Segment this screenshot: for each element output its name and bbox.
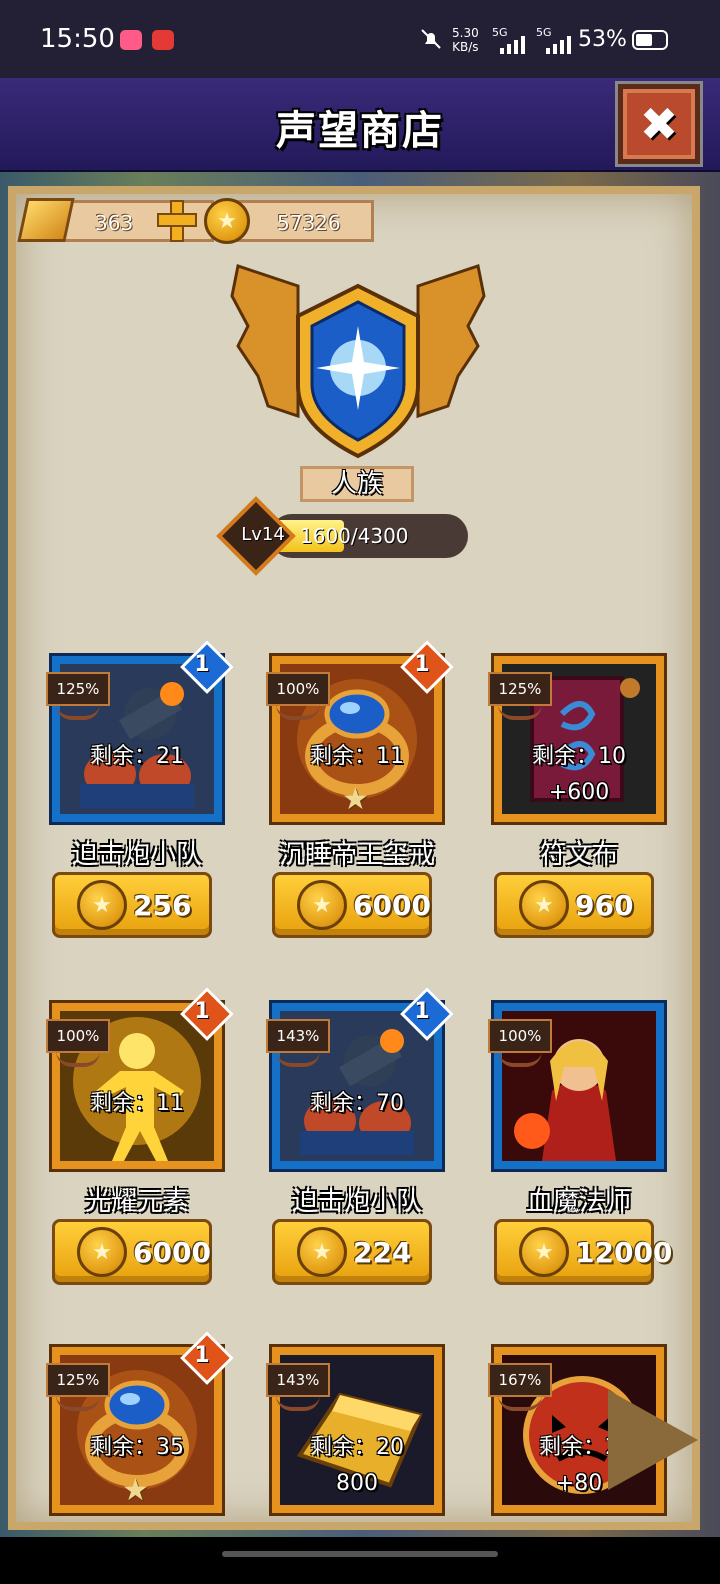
rarity-badge-number: 1 xyxy=(194,999,210,1024)
discount-percent-tag: 125% xyxy=(46,1363,110,1397)
signal-icon xyxy=(500,36,525,54)
home-indicator[interactable] xyxy=(222,1551,498,1557)
price-label: 6000 xyxy=(133,1236,211,1269)
app-notification-icon xyxy=(152,30,174,50)
clock: 15:50 xyxy=(40,24,115,54)
remaining-count: 剩余：10 xyxy=(532,744,626,769)
star-coin-icon: ★ xyxy=(77,1227,127,1277)
header-bar: 声望商店 xyxy=(0,78,720,174)
coin-amount: 57326 xyxy=(277,211,341,235)
status-bar: 15:50 5.30 KB/s 5G 5G 53% xyxy=(0,0,720,78)
remaining-count: 剩余：35 xyxy=(90,1435,184,1460)
item-quantity: 800 xyxy=(336,1471,378,1496)
discount-percent-tag: 125% xyxy=(46,672,110,706)
buy-button[interactable]: ★ 256 xyxy=(52,872,212,938)
faction-emblem-icon xyxy=(230,264,486,459)
mute-icon xyxy=(421,29,441,49)
reputation-progress-text: 1600/4300 xyxy=(300,524,409,548)
star-coin-icon: ★ xyxy=(519,1227,569,1277)
price-label: 256 xyxy=(133,889,192,922)
star-icon: ★ xyxy=(122,1473,149,1508)
faction-name: 人族 xyxy=(300,466,414,502)
price-label: 6000 xyxy=(353,889,431,922)
star-coin-icon: ★ xyxy=(77,880,127,930)
battery-percent: 53% xyxy=(578,27,627,52)
net-speed: 5.30 KB/s xyxy=(452,26,479,54)
item-name: 符文布 xyxy=(539,840,618,870)
price-label: 224 xyxy=(353,1236,412,1269)
rarity-badge-number: 1 xyxy=(414,652,430,677)
rarity-badge-number: 1 xyxy=(194,652,210,677)
price-label: 960 xyxy=(575,889,634,922)
star-coin-icon: ★ xyxy=(519,880,569,930)
star-coin-icon: ★ xyxy=(297,1227,347,1277)
item-name: 迫击炮小队 xyxy=(291,1187,422,1217)
item-name: 光耀元素 xyxy=(84,1187,189,1217)
discount-percent-tag: 143% xyxy=(266,1019,330,1053)
item-name: 沉睡帝王玺戒 xyxy=(278,840,435,870)
discount-percent-tag: 143% xyxy=(266,1363,330,1397)
rarity-badge-number: 1 xyxy=(414,999,430,1024)
discount-percent-tag: 100% xyxy=(46,1019,110,1053)
rarity-badge-number: 1 xyxy=(194,1343,210,1368)
remaining-count: 剩余：70 xyxy=(310,1091,404,1116)
page-title: 声望商店 xyxy=(276,108,444,154)
buy-button[interactable]: ★ 6000 xyxy=(52,1219,212,1285)
battery-icon xyxy=(632,30,668,50)
system-nav-bar xyxy=(0,1537,720,1584)
price-label: 12000 xyxy=(575,1236,673,1269)
add-gold-button[interactable] xyxy=(156,198,197,242)
app-notification-icon xyxy=(120,30,142,50)
gold-amount: 363 xyxy=(95,211,134,235)
discount-percent-tag: 167% xyxy=(488,1363,552,1397)
reputation-progress-bar: 1600/4300 xyxy=(270,514,468,558)
close-button[interactable]: ✖ xyxy=(618,84,700,164)
discount-percent-tag: 100% xyxy=(266,672,330,706)
gold-bar-icon xyxy=(17,198,75,242)
remaining-count: 剩余：21 xyxy=(90,744,184,769)
star-coin-icon: ★ xyxy=(297,880,347,930)
remaining-count: 剩余：20 xyxy=(310,1435,404,1460)
buy-button[interactable]: ★ 6000 xyxy=(272,872,432,938)
discount-percent-tag: 100% xyxy=(488,1019,552,1053)
item-quantity: +600 xyxy=(548,780,610,805)
signal-icon xyxy=(546,36,571,54)
buy-button[interactable]: ★ 224 xyxy=(272,1219,432,1285)
discount-percent-tag: 125% xyxy=(488,672,552,706)
star-icon: ★ xyxy=(342,782,369,817)
close-icon: ✖ xyxy=(639,97,679,151)
scroll-right-arrow-icon[interactable] xyxy=(608,1390,698,1490)
remaining-count: 剩余：11 xyxy=(310,744,404,769)
buy-button[interactable]: ★ 960 xyxy=(494,872,654,938)
level-label: Lv14 xyxy=(241,524,285,545)
buy-button[interactable]: ★ 12000 xyxy=(494,1219,672,1285)
item-name: 血魔法师 xyxy=(526,1187,631,1217)
coin-counter: 57326 xyxy=(230,200,374,242)
remaining-count: 剩余：11 xyxy=(90,1091,184,1116)
item-name: 迫击炮小队 xyxy=(71,840,202,870)
star-coin-icon: ★ xyxy=(204,198,250,244)
